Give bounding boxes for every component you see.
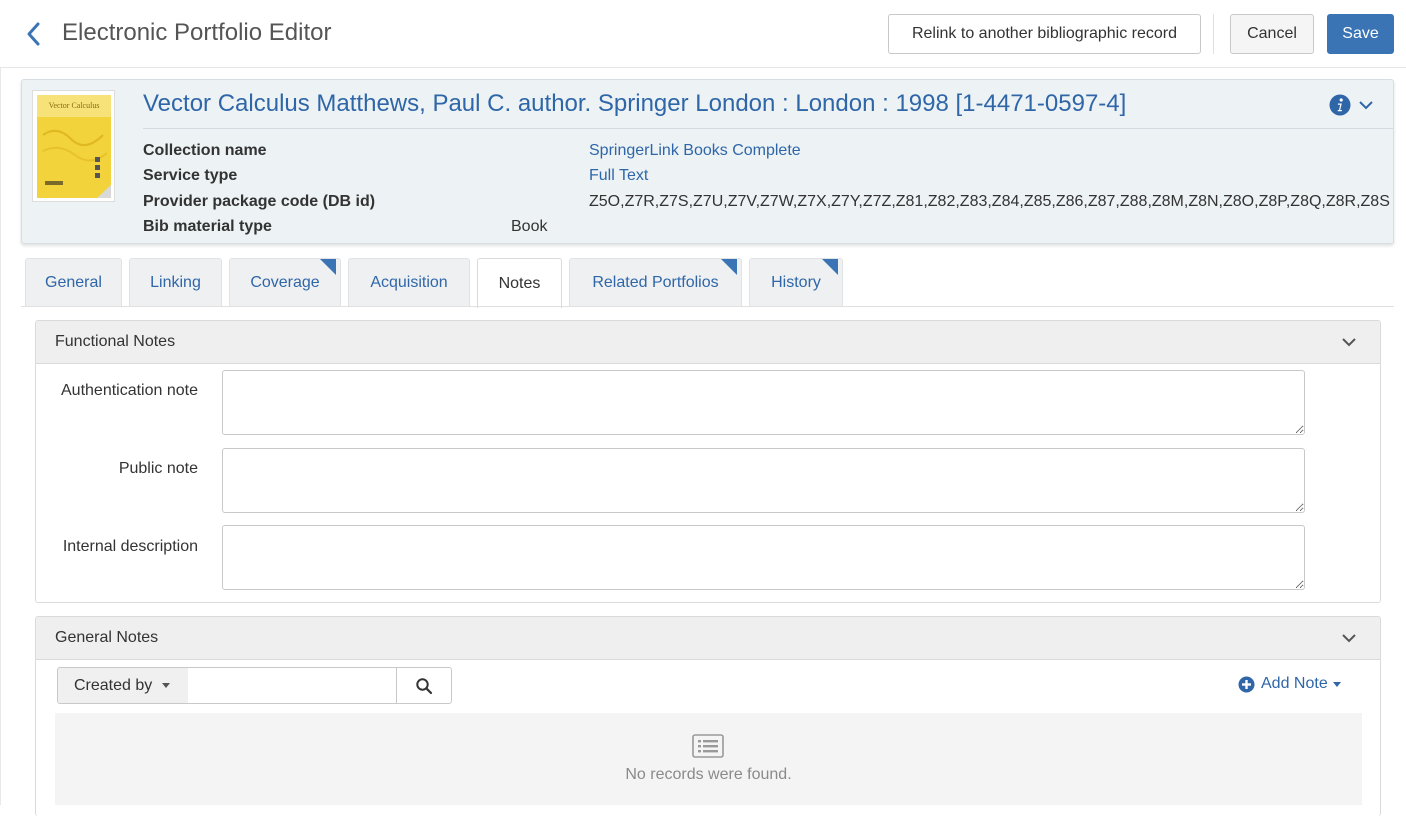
- list-icon: [692, 734, 724, 758]
- caret-down-icon: [1332, 681, 1341, 687]
- internal-description-label: Internal description: [62, 538, 198, 555]
- caret-down-icon: [162, 683, 171, 688]
- tab-history-label: History: [771, 274, 821, 291]
- bib-material-type-label: Bib material type: [143, 218, 272, 235]
- header-divider: [0, 67, 1406, 68]
- functional-notes-header[interactable]: Functional Notes: [36, 321, 1380, 364]
- internal-description-textarea[interactable]: [222, 525, 1305, 590]
- tab-linking[interactable]: Linking: [129, 258, 222, 307]
- book-cover-image: Vector Calculus: [37, 95, 111, 198]
- provider-package-code-value: Z5O,Z7R,Z7S,Z7U,Z7V,Z7W,Z7X,Z7Y,Z7Z,Z81,…: [589, 193, 1390, 210]
- tab-general-label: General: [45, 274, 102, 291]
- tabs-baseline: [21, 306, 1394, 307]
- collection-name-label: Collection name: [143, 142, 267, 159]
- cover-title-text: Vector Calculus: [49, 101, 100, 110]
- tab-modified-flag: [721, 259, 737, 275]
- chevron-down-icon[interactable]: [1340, 631, 1358, 645]
- search-button[interactable]: [396, 667, 452, 704]
- info-icon[interactable]: [1329, 94, 1351, 116]
- page-title: Electronic Portfolio Editor: [62, 19, 332, 46]
- tab-coverage[interactable]: Coverage: [229, 258, 341, 307]
- tab-notes-label: Notes: [498, 274, 541, 292]
- save-button[interactable]: Save: [1327, 14, 1394, 54]
- tab-acquisition-label: Acquisition: [370, 274, 448, 291]
- search-icon: [416, 677, 433, 694]
- tab-modified-flag: [320, 259, 336, 275]
- add-note-button[interactable]: Add Note: [1238, 675, 1341, 693]
- left-border: [0, 68, 1, 805]
- empty-state-message: No records were found.: [625, 766, 792, 783]
- created-by-filter-dropdown[interactable]: Created by: [57, 667, 189, 704]
- book-cover-art: Vector Calculus: [37, 95, 111, 198]
- tab-general[interactable]: General: [25, 258, 122, 307]
- tab-related-portfolios-label: Related Portfolios: [592, 274, 719, 291]
- tab-notes[interactable]: Notes: [477, 258, 562, 308]
- provider-package-code-label: Provider package code (DB id): [143, 193, 376, 210]
- functional-notes-panel: Functional Notes Authentication note Pub…: [35, 320, 1381, 603]
- chevron-down-icon[interactable]: [1340, 335, 1358, 349]
- record-card-divider: [143, 128, 1393, 129]
- notes-empty-state: No records were found.: [55, 713, 1362, 805]
- notes-search-input[interactable]: [188, 667, 397, 704]
- tab-linking-label: Linking: [150, 274, 201, 291]
- collection-name-link[interactable]: SpringerLink Books Complete: [589, 142, 801, 160]
- chevron-down-icon[interactable]: [1357, 98, 1375, 112]
- plus-circle-icon: [1238, 676, 1255, 692]
- record-card: Vector Calculus Vector Calculus Matthews…: [21, 79, 1394, 244]
- tab-modified-flag: [822, 259, 838, 275]
- public-note-label: Public note: [118, 460, 198, 477]
- back-arrow-icon[interactable]: [22, 20, 48, 48]
- tab-history[interactable]: History: [749, 258, 843, 307]
- service-type-link[interactable]: Full Text: [589, 167, 648, 185]
- functional-notes-title: Functional Notes: [55, 333, 176, 350]
- general-notes-title: General Notes: [55, 629, 159, 646]
- authentication-note-textarea[interactable]: [222, 370, 1305, 435]
- bib-material-type-value: Book: [511, 218, 548, 235]
- tab-coverage-label: Coverage: [250, 274, 320, 291]
- relink-button[interactable]: Relink to another bibliographic record: [888, 14, 1201, 54]
- add-note-label: Add Note: [1261, 675, 1328, 692]
- created-by-label: Created by: [74, 676, 153, 694]
- record-title-link[interactable]: Vector Calculus Matthews, Paul C. author…: [143, 90, 1126, 118]
- service-type-label: Service type: [143, 167, 238, 184]
- header-separator: [1213, 14, 1214, 54]
- public-note-textarea[interactable]: [222, 448, 1305, 513]
- general-notes-header[interactable]: General Notes: [36, 617, 1380, 660]
- authentication-note-label: Authentication note: [61, 382, 198, 399]
- tab-related-portfolios[interactable]: Related Portfolios: [569, 258, 742, 307]
- tab-acquisition[interactable]: Acquisition: [348, 258, 470, 307]
- book-cover-thumbnail[interactable]: Vector Calculus: [32, 90, 115, 202]
- cancel-button[interactable]: Cancel: [1230, 14, 1314, 54]
